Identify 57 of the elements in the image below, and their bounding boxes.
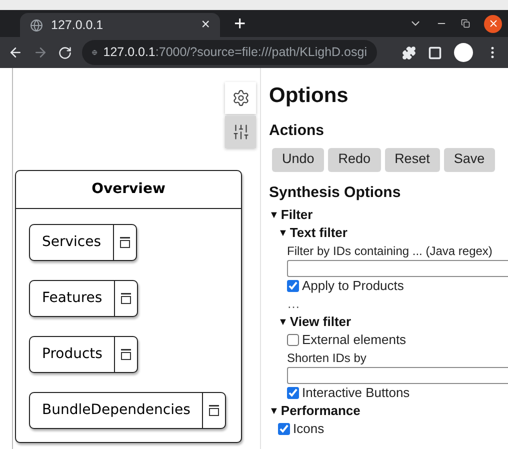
input-field[interactable] [287,367,508,384]
minimize-icon [209,405,220,416]
checkbox[interactable] [287,334,299,346]
sliders-icon [232,123,250,141]
minimize-icon [120,237,130,248]
action-button[interactable]: Redo [328,148,381,172]
minimize-icon [121,293,132,304]
checkbox[interactable] [287,387,299,399]
gear-icon [232,89,250,107]
checkbox-label: Interactive Buttons [302,384,410,402]
minimize-icon [121,349,132,360]
address-bar[interactable]: 127.0.0.1:7000/?source=file:///path/KLighD.osgi [82,40,377,65]
restore-icon[interactable] [461,19,470,28]
reload-icon[interactable] [58,46,72,60]
diagram-node[interactable]: BundleDependencies [29,392,226,429]
diagram-node[interactable]: Features [29,280,138,317]
puzzle-icon[interactable] [402,46,416,60]
close-window-button[interactable] [484,14,502,32]
forward-icon[interactable] [33,45,48,60]
section-toggle[interactable]: ▼Filter [269,206,508,224]
checkbox[interactable] [278,423,290,435]
checkbox-label: Apply to Products [302,277,404,296]
globe-icon [30,18,43,32]
node-label: BundleDependencies [41,401,192,420]
checkbox-label: External elements [302,331,406,350]
section-toggle[interactable]: ▼Performance [269,402,508,420]
profile-avatar[interactable] [454,43,473,62]
node-label: Features [41,289,104,308]
checkbox-label: Icons [293,420,324,438]
tab-title: 127.0.0.1 [51,16,104,34]
action-button[interactable]: Reset [384,148,440,172]
tab-close-button[interactable]: × [201,14,210,36]
side-panel-icon[interactable] [428,46,442,60]
diagram-node[interactable]: Services [29,224,138,261]
input-field[interactable] [287,260,508,277]
action-button[interactable]: Save [444,148,495,172]
node-label: Services [41,233,102,252]
field-label: Filter by IDs containing ... (Java regex) [287,243,494,260]
checkbox[interactable] [287,280,299,292]
ellipsis-text: … [287,295,301,313]
overview-title: Overview [16,171,241,209]
section-toggle[interactable]: ▼View filter [278,313,508,331]
field-label: Shorten IDs by [287,350,368,367]
options-title: Options [269,84,350,108]
actions-heading: Actions [269,121,326,141]
node-label: Products [41,345,104,364]
new-tab-button[interactable]: + [234,13,246,35]
sliders-button[interactable] [225,116,256,148]
section-toggle[interactable]: ▼Text filter [278,224,508,242]
close-icon [488,18,498,29]
settings-button[interactable] [225,82,256,114]
action-button[interactable]: Undo [272,148,324,172]
url-text: 127.0.0.1:7000/?source=file:///path/KLighD.osgi [103,44,367,62]
diagram-node[interactable]: Products [29,336,138,373]
back-icon[interactable] [8,45,23,60]
synthesis-heading: Synthesis Options [269,182,402,202]
browser-tab[interactable]: 127.0.0.1 × [20,13,220,37]
